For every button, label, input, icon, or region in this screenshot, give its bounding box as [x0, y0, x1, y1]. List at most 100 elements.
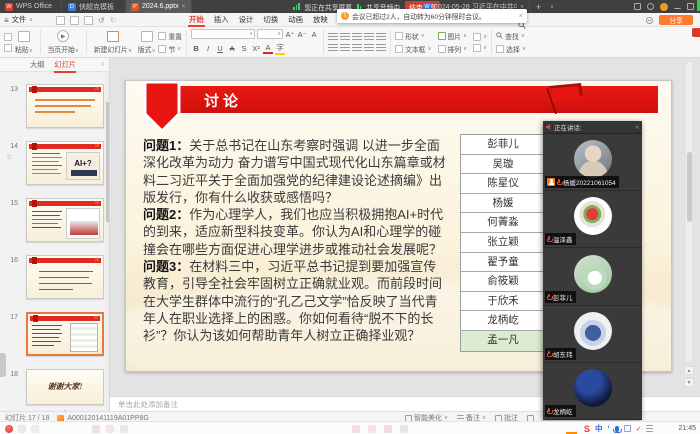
decrease-font-icon[interactable]: A⁻ [297, 30, 307, 39]
preview-icon[interactable] [84, 16, 93, 25]
reset-button[interactable]: 重置 [158, 31, 182, 41]
slide-thumbnail-16[interactable] [26, 255, 104, 299]
table-row[interactable]: 俞筱颖 [461, 272, 545, 292]
tab-slideshow[interactable]: 放映 [308, 13, 333, 27]
columns-icon[interactable] [376, 44, 386, 52]
language-mode-icon[interactable]: 中 [595, 423, 603, 434]
sogou-icon[interactable]: S [584, 424, 590, 434]
tab-transitions[interactable]: 切换 [258, 13, 283, 27]
paste-button[interactable]: 粘贴∨ [12, 31, 36, 54]
meeting-panel-header[interactable]: 正在讲话: « [543, 121, 642, 134]
tab-animations[interactable]: 动画 [283, 13, 308, 27]
table-row-highlighted[interactable]: 孟一凡 [461, 331, 545, 351]
restore-layout-icon[interactable] [634, 3, 641, 10]
taskbar-app-icon[interactable] [120, 425, 128, 433]
chart-icon[interactable] [473, 33, 481, 41]
highlight-color-button[interactable]: 字 [275, 42, 285, 55]
table-row[interactable]: 龙柄屹 [461, 311, 545, 331]
news-widget-icon[interactable] [5, 425, 13, 433]
ime-panel-icon[interactable] [624, 425, 631, 432]
slide-thumbnail-18[interactable]: 谢谢大家! [26, 369, 104, 405]
shapes-button[interactable]: 形状∨ [395, 31, 431, 41]
numbering-icon[interactable] [340, 33, 350, 41]
tab-wps-home[interactable]: W WPS Office [0, 0, 62, 13]
keyboard-icon[interactable] [646, 425, 653, 432]
line-spacing-icon[interactable] [376, 33, 386, 41]
increase-font-icon[interactable]: A⁺ [285, 30, 295, 39]
slide-thumbnail-13[interactable] [26, 84, 104, 128]
collapse-panel-icon[interactable]: « [635, 124, 639, 131]
save-icon[interactable] [56, 16, 65, 25]
close-tab-icon[interactable]: × [182, 4, 186, 10]
section-button[interactable]: 节∨ [158, 44, 182, 54]
font-color-button[interactable]: A [263, 43, 273, 54]
align-center-icon[interactable] [340, 44, 350, 52]
taskbar-app-icon[interactable] [352, 425, 360, 433]
table-row[interactable]: 杨媛 [461, 194, 545, 214]
media-icon[interactable] [473, 44, 481, 52]
settings-gear-icon[interactable] [647, 3, 654, 10]
table-row[interactable]: 何菁淼 [461, 213, 545, 233]
taskbar-app-icon[interactable] [384, 425, 392, 433]
taskbar-app-icon[interactable] [368, 425, 376, 433]
participant-tile[interactable]: 彭菲儿 [543, 248, 642, 305]
slide-title[interactable]: 讨论 [204, 90, 242, 111]
slide-thumbnail-14[interactable]: AI+? [26, 141, 104, 185]
toast-close-icon[interactable]: × [519, 13, 523, 20]
account-avatar[interactable] [660, 3, 668, 11]
bold-button[interactable]: B [191, 44, 201, 53]
slide-thumbnail-17-selected[interactable] [26, 312, 104, 356]
bullets-icon[interactable] [328, 33, 338, 41]
taskbar-app-icon[interactable] [400, 425, 408, 433]
previous-slide-arrow[interactable]: ▲ [684, 366, 694, 375]
table-row[interactable]: 张立颖 [461, 233, 545, 253]
indent-decrease-icon[interactable] [352, 33, 362, 41]
font-name-select[interactable] [191, 29, 255, 39]
panel-resize-handle[interactable] [0, 353, 6, 377]
table-row[interactable]: 于欣禾 [461, 292, 545, 312]
table-row[interactable]: 吴璇 [461, 155, 545, 175]
tab-design[interactable]: 设计 [234, 13, 259, 27]
new-slide-button[interactable]: 新建幻灯片∨ [91, 31, 135, 54]
redo-icon[interactable]: ↻ [110, 16, 117, 25]
taskbar-app-icon[interactable] [31, 425, 39, 433]
clear-format-icon[interactable]: A [309, 30, 319, 39]
layout-button[interactable]: 版式∨ [135, 31, 159, 54]
panel-scrollbar[interactable] [106, 72, 109, 411]
tab-outline[interactable]: 大纲 [30, 60, 44, 70]
tab-current-pptx[interactable]: P 2024.6.pptx × [126, 0, 192, 13]
docked-panel-tab[interactable] [692, 28, 700, 37]
collapse-ribbon-icon[interactable] [646, 17, 653, 24]
undo-icon[interactable]: ↺ [98, 16, 105, 25]
italic-button[interactable]: I [203, 44, 213, 53]
align-right-icon[interactable] [352, 44, 362, 52]
align-left-icon[interactable] [328, 44, 338, 52]
new-tab-button[interactable]: + [531, 0, 543, 13]
punctuation-icon[interactable]: ’ [608, 424, 610, 433]
table-row[interactable]: 陈星仪 [461, 174, 545, 194]
share-button[interactable]: 分享 [659, 15, 693, 25]
participant-tile[interactable]: 杨媛20221061054 [543, 134, 642, 191]
taskbar-app-icon[interactable] [92, 425, 100, 433]
underline-button[interactable]: U [215, 44, 225, 53]
collapse-panel-icon[interactable]: ‹ [101, 59, 104, 68]
canvas-scrollbar[interactable] [686, 62, 692, 362]
file-menu[interactable]: ≡ 文件 ∨ [4, 13, 33, 27]
shadow-button[interactable]: S [239, 44, 249, 53]
tab-template-doc[interactable]: D 快超克模板 [63, 0, 125, 13]
superscript-button[interactable]: X² [251, 44, 261, 53]
ime-check-icon[interactable]: ✓ [636, 425, 642, 433]
strikethrough-button[interactable]: A [227, 44, 237, 53]
print-icon[interactable] [70, 16, 79, 25]
tab-insert[interactable]: 插入 [209, 13, 234, 27]
indent-increase-icon[interactable] [364, 33, 374, 41]
next-slide-arrow[interactable]: ▼ [684, 378, 694, 387]
slide-thumbnail-15[interactable] [26, 198, 104, 242]
select-button[interactable]: 选择∨ [496, 44, 526, 54]
discussion-questions-textbox[interactable]: 问题1：关于总书记在山东考察时强调 以进一步全面深化改革为动力 奋力谱写中国式现… [143, 137, 447, 345]
cut-icon[interactable] [4, 33, 12, 41]
tab-slides[interactable]: 幻灯片 [54, 60, 76, 70]
table-row[interactable]: 翟予童 [461, 253, 545, 273]
font-size-select[interactable] [257, 29, 283, 39]
participant-tile[interactable]: 龙柄屹 [543, 363, 642, 420]
